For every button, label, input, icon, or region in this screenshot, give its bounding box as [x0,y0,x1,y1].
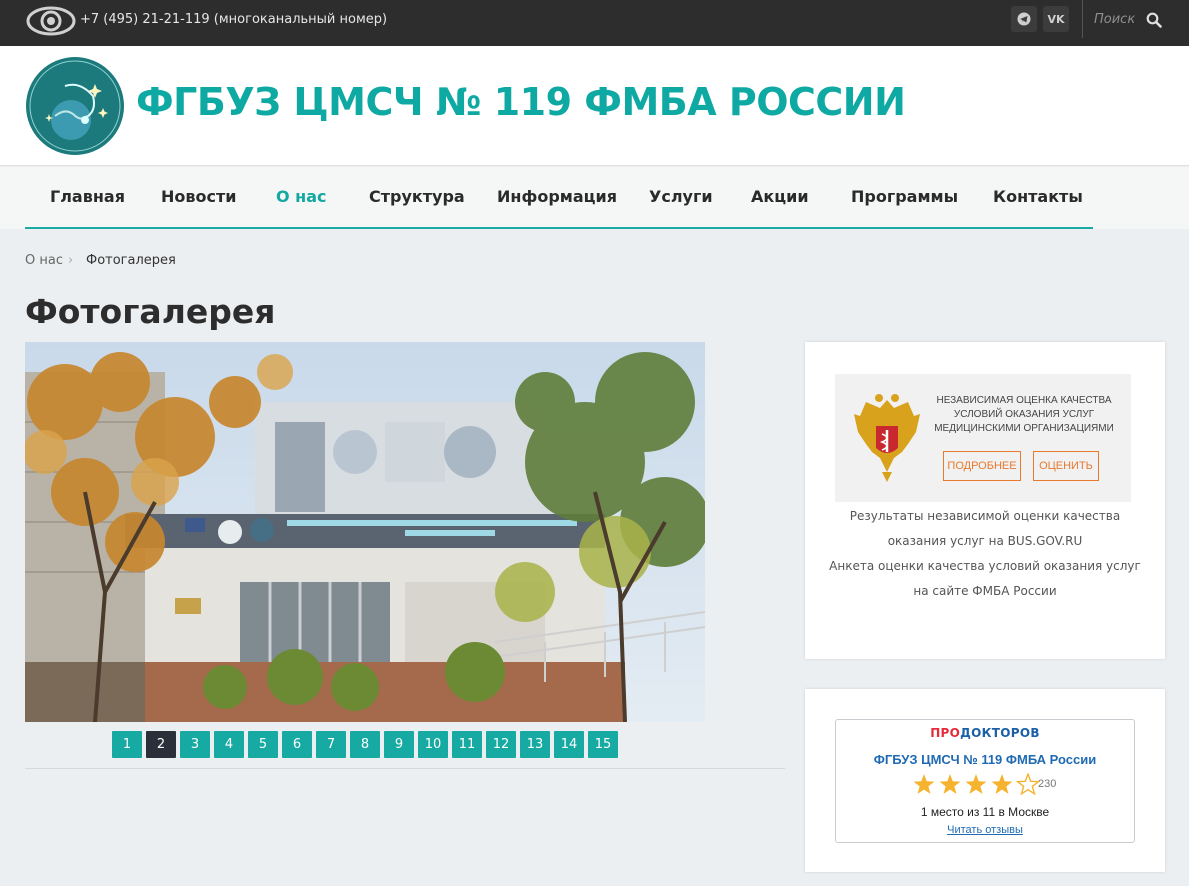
breadcrumb-about[interactable]: О нас [25,253,63,268]
topbar-divider [1082,0,1083,38]
nav-item-services[interactable]: Услуги [649,187,713,206]
eye-icon[interactable] [26,5,76,37]
nav-item-information[interactable]: Информация [497,187,617,206]
bus-gov-link[interactable]: Результаты независимой оценки качества о… [825,504,1145,554]
prodoctorov-logo-doc: ДОКТОРОВ [960,726,1040,740]
star-2 [939,774,961,794]
star-4 [991,774,1013,794]
page-button-5[interactable]: 5 [248,731,278,758]
page-button-14[interactable]: 14 [554,731,584,758]
page-button-12[interactable]: 12 [486,731,516,758]
site-header: ФГБУЗ ЦМСЧ № 119 ФМБА РОССИИ [0,46,1189,166]
nav-item-promotions[interactable]: Акции [751,187,809,206]
breadcrumb-current: Фотогалерея [86,253,176,268]
page-button-7[interactable]: 7 [316,731,346,758]
read-reviews-link[interactable]: Читать отзывы [836,824,1134,836]
gallery-photo[interactable] [25,342,705,722]
vk-button[interactable]: VK [1043,6,1069,32]
site-title[interactable]: ФГБУЗ ЦМСЧ № 119 ФМБА РОССИИ [136,80,906,124]
nav-item-structure[interactable]: Структура [369,187,465,206]
rate-button[interactable]: ОЦЕНИТЬ [1033,451,1099,481]
nav-item-news[interactable]: Новости [161,187,236,206]
prodoctorov-widget[interactable]: ПРОДОКТОРОВ ФГБУЗ ЦМСЧ № 119 ФМБА России… [835,719,1135,843]
prodoctorov-card: ПРОДОКТОРОВ ФГБУЗ ЦМСЧ № 119 ФМБА России… [805,689,1165,872]
vk-icon: VK [1047,12,1065,26]
page-button-6[interactable]: 6 [282,731,312,758]
logo-icon[interactable] [25,56,125,156]
star-3 [965,774,987,794]
prodoctorov-logo-pro: ПРО [930,726,961,740]
clinic-name[interactable]: ФГБУЗ ЦМСЧ № 119 ФМБА России [836,752,1134,767]
page-button-8[interactable]: 8 [350,731,380,758]
content-divider [25,768,785,769]
page-button-13[interactable]: 13 [520,731,550,758]
telegram-icon [1017,12,1031,26]
quality-assessment-card: Независимая оценка качества условий оказ… [805,342,1165,659]
nav-item-contacts[interactable]: Контакты [993,187,1083,206]
nav-item-about[interactable]: О нас [276,187,327,206]
coat-of-arms-icon [854,394,920,482]
page-button-1[interactable]: 1 [112,731,142,758]
nav-underline [25,227,1093,229]
gallery-pagination: 1 2 3 4 5 6 7 8 9 10 11 12 13 14 15 [112,731,618,758]
prodoctorov-logo[interactable]: ПРОДОКТОРОВ [836,726,1134,740]
rating-stars [913,773,1041,796]
page-button-3[interactable]: 3 [180,731,210,758]
page-button-9[interactable]: 9 [384,731,414,758]
nav-item-home[interactable]: Главная [50,187,125,206]
star-5 [1015,773,1041,796]
nav-item-programs[interactable]: Программы [851,187,958,206]
page-button-4[interactable]: 4 [214,731,244,758]
breadcrumb-separator: › [68,253,74,268]
more-button[interactable]: ПОДРОБНЕЕ [943,451,1021,481]
fmba-survey-link[interactable]: Анкета оценки качества условий оказания … [825,554,1145,604]
page-button-15[interactable]: 15 [588,731,618,758]
main-nav: Главная Новости О нас Структура Информац… [0,167,1189,229]
page-button-2[interactable]: 2 [146,731,176,758]
quality-assessment-banner[interactable]: Независимая оценка качества условий оказ… [835,374,1131,502]
phone-number: +7 (495) 21-21-119 (многоканальный номер… [80,12,388,27]
telegram-button[interactable] [1011,6,1037,32]
page-button-10[interactable]: 10 [418,731,448,758]
search-input[interactable]: Поиск [1094,12,1135,27]
page-button-11[interactable]: 11 [452,731,482,758]
top-bar: +7 (495) 21-21-119 (многоканальный номер… [0,0,1189,46]
star-1 [913,774,935,794]
review-count: 230 [1038,778,1057,790]
page-title: Фотогалерея [25,292,276,331]
quality-banner-text: Независимая оценка качества условий оказ… [934,395,1114,434]
ranking-text: 1 место из 11 в Москве [920,805,1050,819]
search-icon[interactable] [1146,12,1162,28]
